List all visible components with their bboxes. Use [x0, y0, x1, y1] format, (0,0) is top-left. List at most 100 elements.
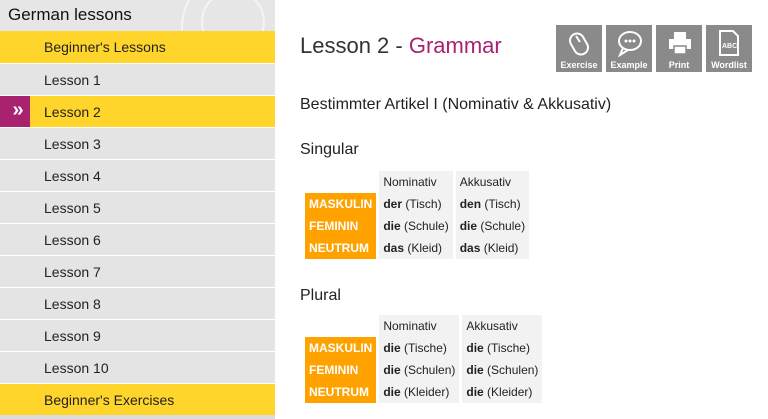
noun: (Kleid): [480, 241, 519, 255]
sidebar-header: German lessons: [0, 0, 275, 31]
noun: (Kleider): [400, 385, 450, 399]
sidebar-item-lesson-1[interactable]: Lesson 1: [0, 63, 275, 95]
table-cell: die (Schule): [455, 215, 530, 237]
noun: (Tisch): [402, 197, 442, 211]
article: die: [466, 341, 484, 355]
document-abc-icon: ABC: [719, 30, 739, 56]
sidebar-item-lesson-9[interactable]: Lesson 9: [0, 319, 275, 351]
table-cell: das (Kleid): [455, 237, 530, 259]
sidebar-item-lesson-10[interactable]: Lesson 10: [0, 351, 275, 383]
gender-badge: MASKULIN: [305, 193, 377, 215]
column-header-nominativ: Nominativ: [379, 315, 460, 337]
example-button[interactable]: Example: [606, 25, 652, 72]
print-button[interactable]: Print: [656, 25, 702, 72]
active-chevron-icon: »: [0, 96, 30, 127]
sidebar-item-lesson-4[interactable]: Lesson 4: [0, 159, 275, 191]
sidebar-item-label: Beginner's Lessons: [44, 39, 166, 55]
noun: (Schulen): [483, 363, 539, 377]
sidebar-item-label: Lesson 3: [44, 136, 101, 152]
table-row: NEUTRUM das (Kleid) das (Kleid): [305, 237, 530, 259]
sidebar-item-lesson-6[interactable]: Lesson 6: [0, 223, 275, 255]
table-cell: den (Tisch): [455, 193, 530, 215]
sidebar-item-label: Lesson 4: [44, 168, 101, 184]
svg-text:ABC: ABC: [722, 43, 737, 50]
mouse-icon: [569, 32, 589, 56]
page-title-accent: Grammar: [408, 33, 502, 58]
article: die: [383, 341, 401, 355]
table-cell: die (Tische): [462, 337, 543, 359]
example-label: Example: [610, 60, 648, 70]
noun: (Tische): [483, 341, 530, 355]
grammar-subtitle: Bestimmter Artikel I (Nominativ & Akkusa…: [300, 96, 612, 113]
table-row: NEUTRUM die (Kleider) die (Kleider): [305, 381, 543, 403]
gender-badge: FEMININ: [305, 359, 377, 381]
sidebar-item-beginners-exercises[interactable]: Beginner's Exercises: [0, 383, 275, 415]
wordlist-button[interactable]: ABC Wordlist: [706, 25, 752, 72]
article: den: [459, 197, 482, 211]
table-row: FEMININ die (Schulen) die (Schulen): [305, 359, 543, 381]
gender-badge: NEUTRUM: [305, 237, 377, 259]
column-header-akkusativ: Akkusativ: [462, 315, 543, 337]
sidebar-item-label: Lesson 10: [44, 360, 109, 376]
table-corner: [305, 315, 376, 337]
main-content: Lesson 2 - Grammar Exercise Example Prin…: [300, 0, 768, 419]
table-cell: die (Kleider): [462, 381, 543, 403]
table-row: MASKULIN die (Tische) die (Tische): [305, 337, 543, 359]
singular-heading: Singular: [300, 141, 359, 158]
sidebar-item-label: Lesson 6: [44, 232, 101, 248]
table-header-row: Nominativ Akkusativ: [305, 315, 543, 337]
plural-table: Nominativ Akkusativ MASKULIN die (Tische…: [302, 315, 545, 403]
sidebar-item-lesson-5[interactable]: Lesson 5: [0, 191, 275, 223]
table-row: MASKULIN der (Tisch) den (Tisch): [305, 193, 530, 215]
article: die: [459, 219, 478, 233]
noun: (Schule): [477, 219, 526, 233]
gender-badge: NEUTRUM: [305, 381, 377, 403]
article: der: [383, 197, 403, 211]
exercise-button[interactable]: Exercise: [556, 25, 602, 72]
noun: (Schule): [400, 219, 449, 233]
sidebar-item-label: Lesson 7: [44, 264, 101, 280]
print-label: Print: [668, 60, 690, 70]
table-cell: die (Tische): [379, 337, 460, 359]
table-header-row: Nominativ Akkusativ: [305, 171, 530, 193]
table-corner: [305, 171, 376, 193]
noun: (Tisch): [481, 197, 521, 211]
singular-table: Nominativ Akkusativ MASKULIN der (Tisch)…: [302, 171, 532, 259]
sidebar-item-lesson-2[interactable]: » Lesson 2: [0, 95, 275, 127]
table-cell: die (Schule): [379, 215, 453, 237]
article: die: [383, 363, 401, 377]
article: die: [383, 219, 401, 233]
sidebar-item-label: Lesson 2: [44, 104, 101, 120]
table-cell: die (Schulen): [379, 359, 460, 381]
exercise-label: Exercise: [560, 60, 598, 70]
table-cell: die (Schulen): [462, 359, 543, 381]
noun: (Kleid): [404, 241, 443, 255]
noun: (Schulen): [400, 363, 456, 377]
article: das: [383, 241, 405, 255]
noun: (Tische): [400, 341, 447, 355]
column-header-nominativ: Nominativ: [379, 171, 453, 193]
table-cell: das (Kleid): [379, 237, 453, 259]
sidebar-item-label: Beginner's Exercises: [44, 392, 175, 408]
gender-badge: MASKULIN: [305, 337, 377, 359]
sidebar-item-beginners-lessons[interactable]: Beginner's Lessons: [0, 31, 275, 63]
column-header-akkusativ: Akkusativ: [455, 171, 530, 193]
noun: (Kleider): [483, 385, 533, 399]
article: die: [383, 385, 401, 399]
article: die: [466, 385, 484, 399]
table-cell: der (Tisch): [379, 193, 453, 215]
table-cell: die (Kleider): [379, 381, 460, 403]
gender-badge: FEMININ: [305, 215, 377, 237]
sidebar-item-lesson-7[interactable]: Lesson 7: [0, 255, 275, 287]
sidebar-item-label: Lesson 5: [44, 200, 101, 216]
sidebar: German lessons Beginner's Lessons Lesson…: [0, 0, 275, 419]
sidebar-item-lesson-8[interactable]: Lesson 8: [0, 287, 275, 319]
sidebar-item-label: Lesson 1: [44, 72, 101, 88]
printer-icon: [669, 32, 691, 55]
article: das: [459, 241, 481, 255]
decorative-circle-icon: [201, 0, 265, 31]
sidebar-item-label: Lesson 8: [44, 296, 101, 312]
page-title-prefix: Lesson 2 -: [300, 33, 409, 58]
sidebar-item-lesson-3[interactable]: Lesson 3: [0, 127, 275, 159]
plural-heading: Plural: [300, 287, 341, 304]
